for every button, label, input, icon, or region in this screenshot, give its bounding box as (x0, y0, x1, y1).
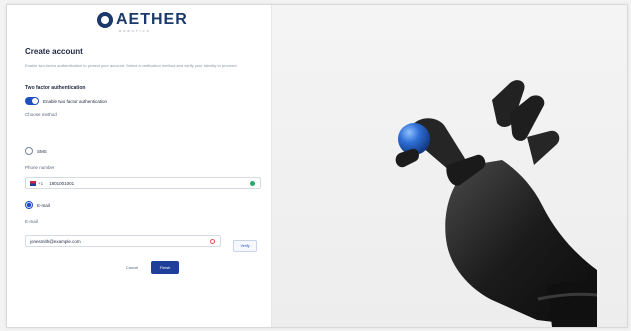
page-title: Create account (25, 47, 83, 56)
phone-input[interactable]: +1 1801001001 (25, 177, 261, 189)
logo-mark-icon (97, 12, 113, 28)
two-factor-toggle-label: Enable two factor authentication (43, 98, 108, 104)
verify-button[interactable]: Verify (233, 240, 257, 252)
email-input[interactable]: jonesmith@example.com (25, 235, 221, 247)
valid-check-icon (250, 180, 255, 186)
brand-name: AETHER (116, 11, 188, 28)
method-label: Choose method (25, 112, 57, 117)
method-option-email[interactable]: E-mail (25, 201, 50, 209)
brand-tagline: ROBOTICS (119, 29, 151, 33)
brand-logo: AETHER (97, 12, 188, 28)
country-code[interactable]: +1 (38, 181, 43, 186)
app-window: AETHER ROBOTICS Create account Enable tw… (6, 4, 628, 328)
email-radio[interactable] (25, 201, 33, 209)
page-description: Enable two-factor authentication to prot… (25, 63, 238, 68)
form-panel: AETHER ROBOTICS Create account Enable tw… (7, 5, 272, 327)
us-flag-icon[interactable] (30, 180, 36, 186)
two-factor-toggle[interactable] (25, 97, 39, 105)
phone-value: 1801001001 (49, 180, 75, 186)
error-icon (210, 238, 215, 244)
email-label: E-mail (25, 219, 38, 224)
cancel-button[interactable]: Cancel (121, 262, 143, 273)
sms-radio[interactable] (25, 147, 33, 155)
method-option-sms[interactable]: SMS (25, 147, 47, 155)
two-factor-toggle-row[interactable]: Enable two factor authentication (25, 97, 107, 105)
email-option-label: E-mail (37, 202, 50, 208)
phone-label: Phone number (25, 165, 55, 170)
email-value: jonesmith@example.com (30, 238, 81, 244)
finish-button[interactable]: Finish (151, 261, 179, 274)
hero-image-panel (272, 5, 627, 327)
section-title: Two factor authentication (25, 85, 86, 91)
robotic-hand-image (395, 80, 598, 327)
sms-label: SMS (37, 148, 47, 154)
